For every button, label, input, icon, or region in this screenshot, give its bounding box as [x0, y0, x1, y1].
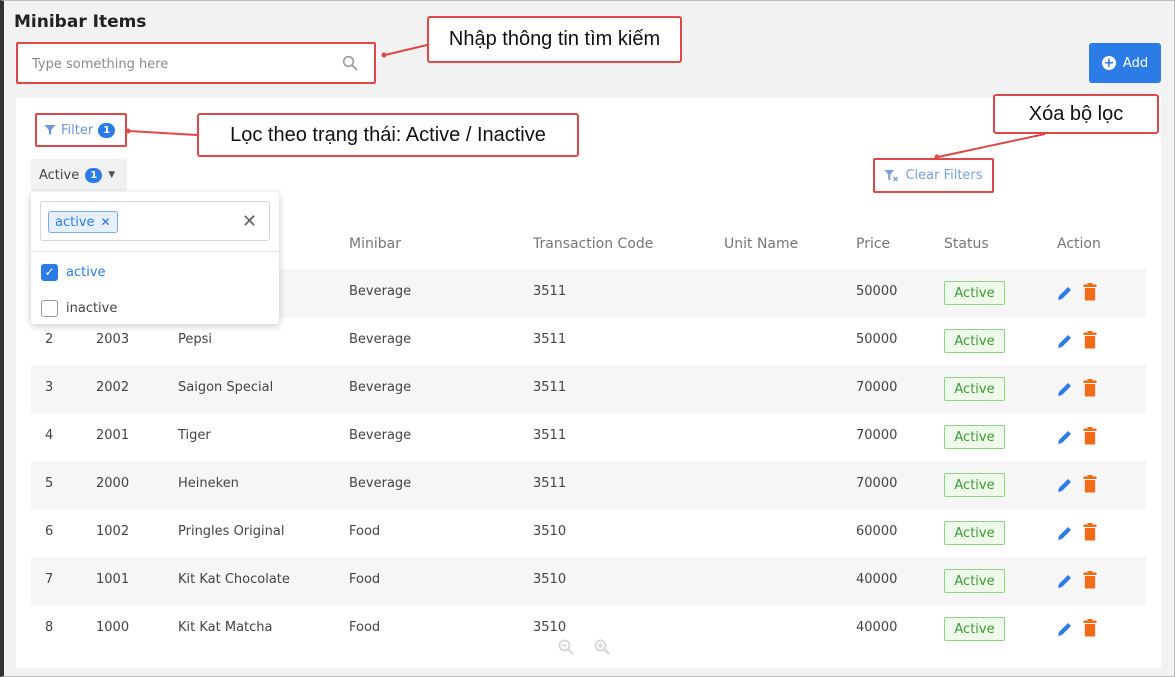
- annotation-arrows: [125, 44, 1046, 160]
